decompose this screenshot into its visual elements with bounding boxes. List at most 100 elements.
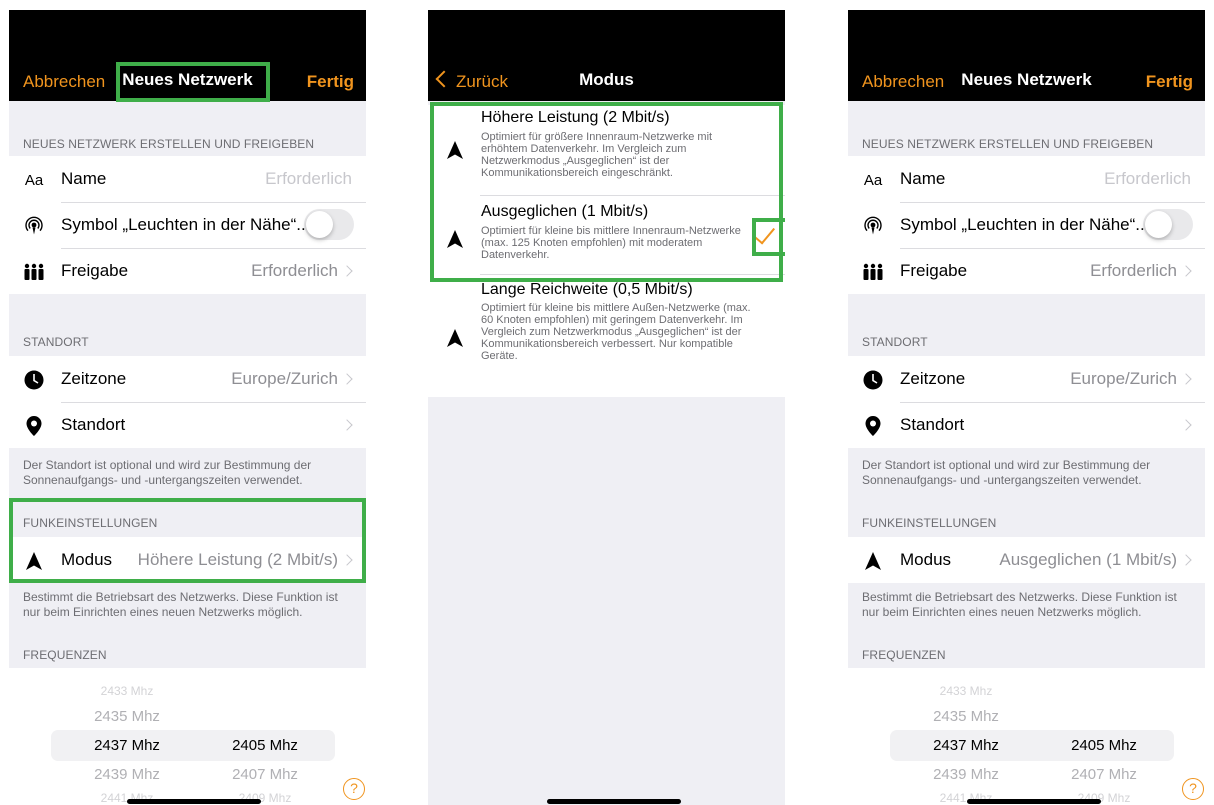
screen-new-network-after: Abbrechen Neues Netzwerk Fertig NEUES NE… — [848, 10, 1205, 805]
timezone-label: Zeitzone — [61, 369, 127, 388]
timezone-row[interactable]: Zeitzone Europe/Zurich — [848, 356, 1205, 402]
people-icon — [862, 261, 884, 283]
timezone-row[interactable]: Zeitzone Europe/Zurich — [9, 356, 366, 402]
navigation-arrow-icon — [447, 230, 463, 248]
radio-group: Modus Höhere Leistung (2 Mbit/s) — [9, 537, 366, 583]
timezone-label: Zeitzone — [900, 369, 966, 388]
share-row[interactable]: Freigabe Erforderlich — [9, 248, 366, 294]
section-header-frequencies: FREQUENZEN — [23, 648, 107, 662]
section-header-location: STANDORT — [862, 335, 928, 349]
picker-right-selected[interactable]: 2405 Mhz — [215, 737, 315, 754]
page-title: Modus — [579, 70, 634, 89]
done-button[interactable]: Fertig — [1146, 72, 1193, 92]
navigation-arrow-icon — [447, 329, 463, 347]
location-row[interactable]: Standort — [9, 402, 366, 448]
picker-left-item[interactable]: 2435 Mhz — [77, 708, 177, 725]
done-button[interactable]: Fertig — [307, 72, 354, 92]
location-label: Standort — [61, 415, 126, 434]
timezone-value: Europe/Zurich — [1070, 369, 1177, 388]
mode-row[interactable]: Modus Ausgeglichen (1 Mbit/s) — [848, 537, 1205, 583]
help-button[interactable]: ? — [1182, 778, 1204, 800]
chevron-right-icon — [1180, 373, 1192, 385]
mode-value: Höhere Leistung (2 Mbit/s) — [137, 550, 338, 569]
screen-mode-selection: Zurück Modus Höhere Leistung (2 Mbit/s) … — [428, 10, 785, 805]
chevron-right-icon — [1180, 554, 1192, 566]
mode-option-description: Optimiert für größere Innenraum-Netzwerk… — [481, 131, 713, 179]
mode-option-high-performance[interactable]: Höhere Leistung (2 Mbit/s) Optimiert für… — [428, 105, 785, 195]
location-footnote: Der Standort ist optional und wird zur B… — [862, 458, 1151, 487]
beacon-row: Symbol „Leuchten in der Nähe“... — [848, 202, 1205, 248]
section-header-frequencies: FREQUENZEN — [862, 648, 946, 662]
help-button[interactable]: ? — [343, 778, 365, 800]
clock-icon — [23, 369, 45, 391]
share-value: Erforderlich — [1090, 261, 1177, 280]
navigation-arrow-icon — [447, 141, 463, 159]
mode-option-title: Ausgeglichen (1 Mbit/s) — [481, 203, 649, 220]
share-label: Freigabe — [61, 261, 129, 280]
location-group: Zeitzone Europe/Zurich Standort — [9, 356, 366, 448]
name-field[interactable]: Erforderlich — [265, 169, 352, 189]
mode-footnote: Bestimmt die Betriebsart des Netzwerks. … — [23, 590, 338, 619]
picker-left-item[interactable]: 2435 Mhz — [916, 708, 1016, 725]
navigation-arrow-icon — [23, 550, 45, 572]
name-label: Name — [61, 169, 107, 188]
share-value: Erforderlich — [251, 261, 338, 280]
text-format-icon: Aa — [24, 171, 44, 189]
navigation-bar: Abbrechen Neues Netzwerk Fertig — [848, 10, 1205, 101]
share-row[interactable]: Freigabe Erforderlich — [848, 248, 1205, 294]
home-indicator — [547, 799, 681, 804]
clock-icon — [862, 369, 884, 391]
location-label: Standort — [900, 415, 965, 434]
section-header-radio: FUNKEINSTELLUNGEN — [23, 516, 158, 530]
section-header-location: STANDORT — [23, 335, 89, 349]
picker-left-item[interactable]: 2439 Mhz — [916, 766, 1016, 783]
mode-option-title: Lange Reichweite (0,5 Mbit/s) — [481, 281, 693, 298]
timezone-value: Europe/Zurich — [231, 369, 338, 388]
picker-right-selected[interactable]: 2405 Mhz — [1054, 737, 1154, 754]
name-field[interactable]: Erforderlich — [1104, 169, 1191, 189]
beacon-row: Symbol „Leuchten in der Nähe“... — [9, 202, 366, 248]
home-indicator — [967, 799, 1101, 804]
navigation-arrow-icon — [862, 550, 884, 572]
beacon-icon — [23, 215, 45, 237]
beacon-toggle[interactable] — [1143, 209, 1193, 240]
mode-value: Ausgeglichen (1 Mbit/s) — [999, 550, 1177, 569]
mode-row[interactable]: Modus Höhere Leistung (2 Mbit/s) — [9, 537, 366, 583]
chevron-right-icon — [341, 554, 353, 566]
frequency-picker[interactable]: 2433 Mhz 2435 Mhz 2437 Mhz 2439 Mhz 2441… — [848, 668, 1205, 805]
home-indicator — [127, 799, 261, 804]
picker-left-item[interactable]: 2439 Mhz — [77, 766, 177, 783]
chevron-right-icon — [1180, 419, 1192, 431]
beacon-label: Symbol „Leuchten in der Nähe“... — [61, 215, 311, 234]
name-row[interactable]: Aa Name Erforderlich — [9, 156, 366, 202]
navigation-bar: Zurück Modus — [428, 10, 785, 101]
mode-option-long-range[interactable]: Lange Reichweite (0,5 Mbit/s) Optimiert … — [428, 274, 785, 397]
picker-left-selected[interactable]: 2437 Mhz — [916, 737, 1016, 754]
navigation-bar: Abbrechen Neues Netzwerk Fertig — [9, 10, 366, 101]
share-label: Freigabe — [900, 261, 968, 280]
chevron-right-icon — [1180, 265, 1192, 277]
picker-left-selected[interactable]: 2437 Mhz — [77, 737, 177, 754]
picker-left-item[interactable]: 2433 Mhz — [77, 684, 177, 698]
chevron-right-icon — [341, 265, 353, 277]
section-header-create: NEUES NETZWERK ERSTELLEN UND FREIGEBEN — [862, 137, 1154, 151]
mode-option-title: Höhere Leistung (2 Mbit/s) — [481, 109, 670, 126]
mode-option-balanced[interactable]: Ausgeglichen (1 Mbit/s) Optimiert für kl… — [428, 195, 785, 274]
beacon-toggle[interactable] — [304, 209, 354, 240]
location-row[interactable]: Standort — [848, 402, 1205, 448]
frequency-picker[interactable]: 2433 Mhz 2435 Mhz 2437 Mhz 2439 Mhz 2441… — [9, 668, 366, 805]
mode-footnote: Bestimmt die Betriebsart des Netzwerks. … — [862, 590, 1177, 619]
chevron-right-icon — [341, 419, 353, 431]
create-group: Aa Name Erforderlich Symbol „Leuchten in… — [848, 156, 1205, 294]
beacon-label: Symbol „Leuchten in der Nähe“... — [900, 215, 1150, 234]
chevron-right-icon — [341, 373, 353, 385]
picker-right-item[interactable]: 2407 Mhz — [1054, 766, 1154, 783]
picker-left-item[interactable]: 2433 Mhz — [916, 684, 1016, 698]
name-row[interactable]: Aa Name Erforderlich — [848, 156, 1205, 202]
picker-right-item[interactable]: 2407 Mhz — [215, 766, 315, 783]
mode-label: Modus — [61, 550, 113, 569]
location-footnote: Der Standort ist optional und wird zur B… — [23, 458, 312, 487]
location-pin-icon — [862, 415, 884, 437]
people-icon — [23, 261, 45, 283]
radio-group: Modus Ausgeglichen (1 Mbit/s) — [848, 537, 1205, 583]
